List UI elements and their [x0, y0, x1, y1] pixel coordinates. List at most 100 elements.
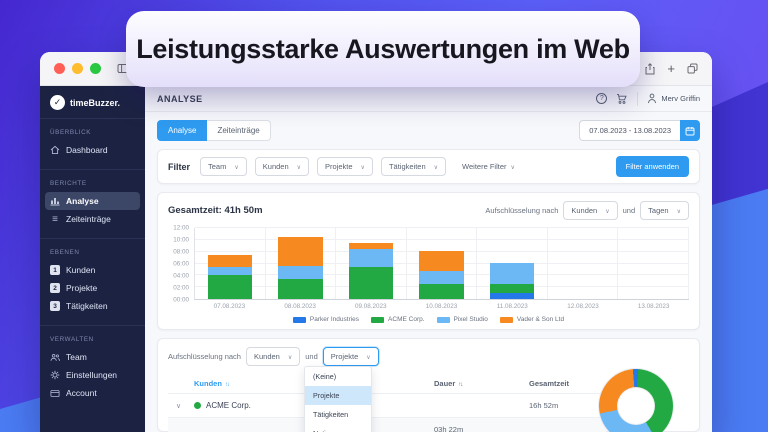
filter-dropdown-taetigkeiten[interactable]: Tätigkeiten	[381, 157, 446, 176]
close-button[interactable]	[54, 63, 65, 74]
date-range-value[interactable]: 07.08.2023 - 13.08.2023	[579, 120, 680, 141]
table-row[interactable]: ACME Corp. 16h 52m	[168, 394, 606, 418]
sidebar-item-taetigkeiten[interactable]: 3 Tätigkeiten	[40, 297, 145, 315]
chevron-down-icon	[297, 162, 301, 171]
filter-dropdown-projekte[interactable]: Projekte	[317, 157, 373, 176]
chart-column	[407, 228, 478, 299]
sidebar-item-label: Analyse	[66, 196, 99, 206]
window-controls	[54, 63, 101, 74]
tab-analyse[interactable]: Analyse	[157, 120, 207, 141]
filter-dropdown-kunden[interactable]: Kunden	[255, 157, 309, 176]
x-tick-label: 08.08.2023	[265, 303, 336, 310]
banner-title: Leistungsstarke Auswertungen im Web	[136, 34, 630, 65]
legend-item: Parker Industries	[293, 316, 359, 323]
tab-zeiteintraege[interactable]: Zeiteinträge	[207, 120, 270, 141]
sidebar-item-einstellungen[interactable]: Einstellungen	[40, 366, 145, 384]
list-icon	[50, 214, 60, 224]
calendar-button[interactable]	[680, 120, 700, 141]
column-header-kunden[interactable]: Kunden	[194, 379, 306, 388]
sidebar-item-dashboard[interactable]: Dashboard	[40, 141, 145, 159]
bar-segment	[419, 271, 464, 285]
cart-icon[interactable]	[616, 93, 628, 105]
bar-chart-plot	[194, 228, 689, 300]
divider	[40, 325, 145, 326]
sidebar-section-berichte: BERICHTE	[50, 180, 135, 187]
sidebar-item-label: Team	[66, 352, 87, 362]
sidebar-item-label: Einstellungen	[66, 370, 117, 380]
minimize-button[interactable]	[72, 63, 83, 74]
breakdown-table-card: Aufschlüsselung nach Kunden und Projekte…	[157, 338, 700, 432]
browser-window: timeBuzzer. ÜBERBLICK Dashboard BERICHTE…	[40, 52, 712, 432]
sidebar-item-team[interactable]: Team	[40, 348, 145, 366]
x-tick-label: 07.08.2023	[194, 303, 265, 310]
bar-segment	[208, 275, 253, 299]
sidebar-item-account[interactable]: Account	[40, 384, 145, 402]
menu-item-taetigkeiten[interactable]: Tätigkeiten	[305, 405, 371, 424]
chevron-down-icon	[434, 162, 438, 171]
chevron-down-icon	[605, 206, 609, 215]
menu-item-projekte[interactable]: Projekte	[305, 386, 371, 405]
page-title: ANALYSE	[157, 94, 203, 104]
expand-row-icon[interactable]	[168, 401, 194, 410]
breakdown-select-2[interactable]: Tagen	[640, 201, 689, 220]
table-header-row: Kunden Projekte Dauer Gesamtzeit	[168, 374, 606, 394]
table-breakdown-select-2[interactable]: Projekte	[323, 347, 379, 366]
x-tick-label: 13.08.2023	[618, 303, 689, 310]
bar-segment	[490, 293, 535, 299]
apply-filter-button[interactable]: Filter anwenden	[616, 156, 689, 177]
user-name: Merv Griffin	[661, 94, 700, 103]
sidebar-item-kunden[interactable]: 1 Kunden	[40, 261, 145, 279]
legend-item: ACME Corp.	[371, 316, 424, 323]
sidebar-item-label: Projekte	[66, 283, 97, 293]
breakdown-label: Aufschlüsselung nach	[168, 352, 241, 361]
help-icon[interactable]	[596, 93, 607, 104]
x-tick-label: 10.08.2023	[406, 303, 477, 310]
user-icon	[647, 93, 657, 104]
chevron-down-icon	[511, 162, 515, 171]
team-icon	[50, 352, 60, 362]
chart-column	[336, 228, 407, 299]
breakdown-select-1[interactable]: Kunden	[563, 201, 617, 220]
table-row[interactable]: Corpora 03h 22m	[168, 418, 606, 432]
column-header-dauer[interactable]: Dauer	[434, 379, 529, 388]
breakdown-dropdown-menu: (Keine) Projekte Tätigkeiten Notizen Tea…	[304, 366, 372, 432]
page-header: ANALYSE Merv Griffin	[145, 86, 712, 112]
bar-segment	[208, 255, 253, 267]
legend-swatch	[371, 317, 384, 323]
more-filters-link[interactable]: Weitere Filter	[462, 162, 515, 171]
column-header-gesamtzeit[interactable]: Gesamtzeit	[529, 379, 614, 388]
level-1-icon: 1	[50, 265, 60, 275]
filter-dropdown-team[interactable]: Team	[200, 157, 247, 176]
user-menu[interactable]: Merv Griffin	[647, 93, 700, 104]
menu-item-notizen[interactable]: Notizen	[305, 424, 371, 432]
chevron-down-icon	[234, 162, 238, 171]
analysis-chart-card: Gesamtzeit: 41h 50m Aufschlüsselung nach…	[157, 192, 700, 330]
zoom-button[interactable]	[90, 63, 101, 74]
view-tabs: Analyse Zeiteinträge	[157, 120, 271, 141]
level-3-icon: 3	[50, 301, 60, 311]
share-icon[interactable]	[645, 63, 655, 75]
chevron-down-icon	[361, 162, 365, 171]
chevron-down-icon	[366, 352, 370, 361]
sidebar-item-projekte[interactable]: 2 Projekte	[40, 279, 145, 297]
sidebar-item-analyse[interactable]: Analyse	[45, 192, 140, 210]
customer-color-dot	[194, 402, 201, 409]
new-tab-icon[interactable]	[667, 61, 675, 76]
level-2-icon: 2	[50, 283, 60, 293]
chart-column	[195, 228, 266, 299]
duration-value: 03h 22m	[434, 425, 529, 432]
menu-item-keine[interactable]: (Keine)	[305, 367, 371, 386]
timebuzzer-logo-icon	[50, 95, 65, 110]
tab-overview-icon[interactable]	[687, 63, 698, 74]
date-range-picker: 07.08.2023 - 13.08.2023	[579, 120, 700, 141]
donut-chart	[599, 369, 673, 432]
app-logo[interactable]: timeBuzzer.	[40, 86, 145, 119]
chevron-down-icon	[288, 352, 292, 361]
promo-banner: Leistungsstarke Auswertungen im Web	[126, 11, 640, 87]
sidebar-item-zeiteintraege[interactable]: Zeiteinträge	[40, 210, 145, 228]
sidebar-item-label: Account	[66, 388, 97, 398]
and-label: und	[305, 352, 318, 361]
filter-bar: Filter Team Kunden Projekte Tätigkeiten …	[157, 149, 700, 184]
chart-column	[548, 228, 619, 299]
table-breakdown-select-1[interactable]: Kunden	[246, 347, 300, 366]
